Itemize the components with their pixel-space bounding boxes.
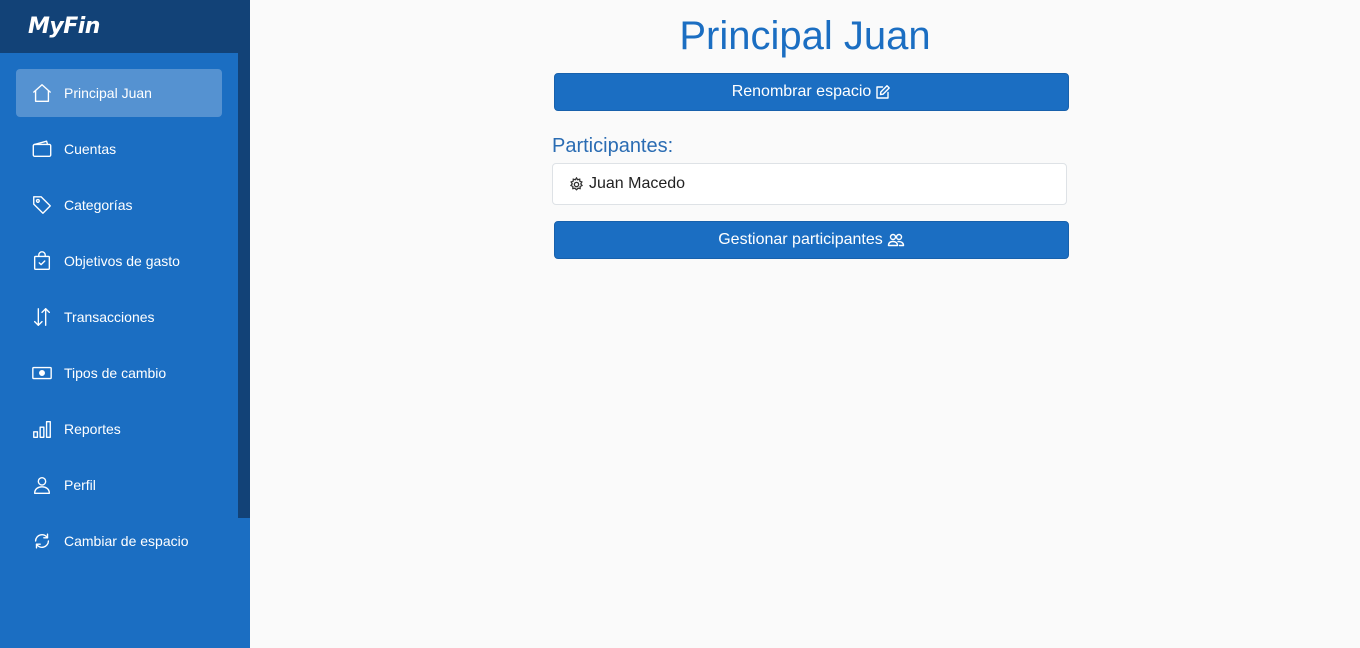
sidebar-item-perfil[interactable]: Perfil — [16, 461, 222, 509]
sidebar-item-label: Objetivos de gasto — [64, 253, 180, 269]
sidebar-item-transacciones[interactable]: Transacciones — [16, 293, 222, 341]
manage-participants-button[interactable]: Gestionar participantes — [554, 221, 1069, 259]
sidebar-item-label: Transacciones — [64, 309, 155, 325]
sidebar-scrollbar[interactable] — [238, 53, 250, 518]
participant-item: Juan Macedo — [552, 163, 1067, 205]
sidebar-nav: Principal Juan Cuentas Categorías Objeti… — [16, 69, 222, 573]
sidebar-item-tipos-cambio[interactable]: Tipos de cambio — [16, 349, 222, 397]
arrow-down-up-icon — [30, 305, 54, 329]
participants-heading: Participantes: — [552, 135, 674, 157]
sidebar-item-reportes[interactable]: Reportes — [16, 405, 222, 453]
participant-name: Juan Macedo — [589, 175, 686, 192]
sidebar: MyFin Principal Juan Cuentas Categorías — [0, 0, 250, 648]
sidebar-item-categorias[interactable]: Categorías — [16, 181, 222, 229]
sidebar-item-principal[interactable]: Principal Juan — [16, 69, 222, 117]
people-icon — [887, 233, 904, 247]
page-title: Principal Juan — [679, 14, 931, 58]
person-icon — [30, 473, 54, 497]
sidebar-item-label: Categorías — [64, 197, 133, 213]
main-content: Principal Juan Renombrar espacio Partici… — [250, 0, 1360, 648]
sidebar-item-label: Cambiar de espacio — [64, 533, 189, 549]
rename-space-button[interactable]: Renombrar espacio — [554, 73, 1069, 111]
sidebar-item-label: Perfil — [64, 477, 96, 493]
brand-logo[interactable]: MyFin — [28, 14, 100, 39]
sidebar-item-label: Tipos de cambio — [64, 365, 167, 381]
rename-space-label: Renombrar espacio — [731, 83, 872, 100]
house-icon — [30, 81, 54, 105]
sidebar-item-cuentas[interactable]: Cuentas — [16, 125, 222, 173]
gear-icon — [569, 176, 584, 191]
pencil-square-icon — [876, 85, 891, 99]
arrow-repeat-icon — [30, 529, 54, 553]
sidebar-item-label: Reportes — [64, 421, 121, 437]
tag-icon — [30, 193, 54, 217]
sidebar-item-label: Cuentas — [64, 141, 117, 157]
brand-header: MyFin — [0, 0, 250, 53]
cash-icon — [30, 361, 54, 385]
bag-check-icon — [30, 249, 54, 273]
sidebar-item-cambiar-espacio[interactable]: Cambiar de espacio — [16, 517, 222, 565]
sidebar-item-label: Principal Juan — [64, 85, 152, 101]
sidebar-item-objetivos[interactable]: Objetivos de gasto — [16, 237, 222, 285]
manage-participants-label: Gestionar participantes — [718, 231, 883, 248]
wallet-icon — [30, 137, 54, 161]
bar-chart-icon — [30, 417, 54, 441]
